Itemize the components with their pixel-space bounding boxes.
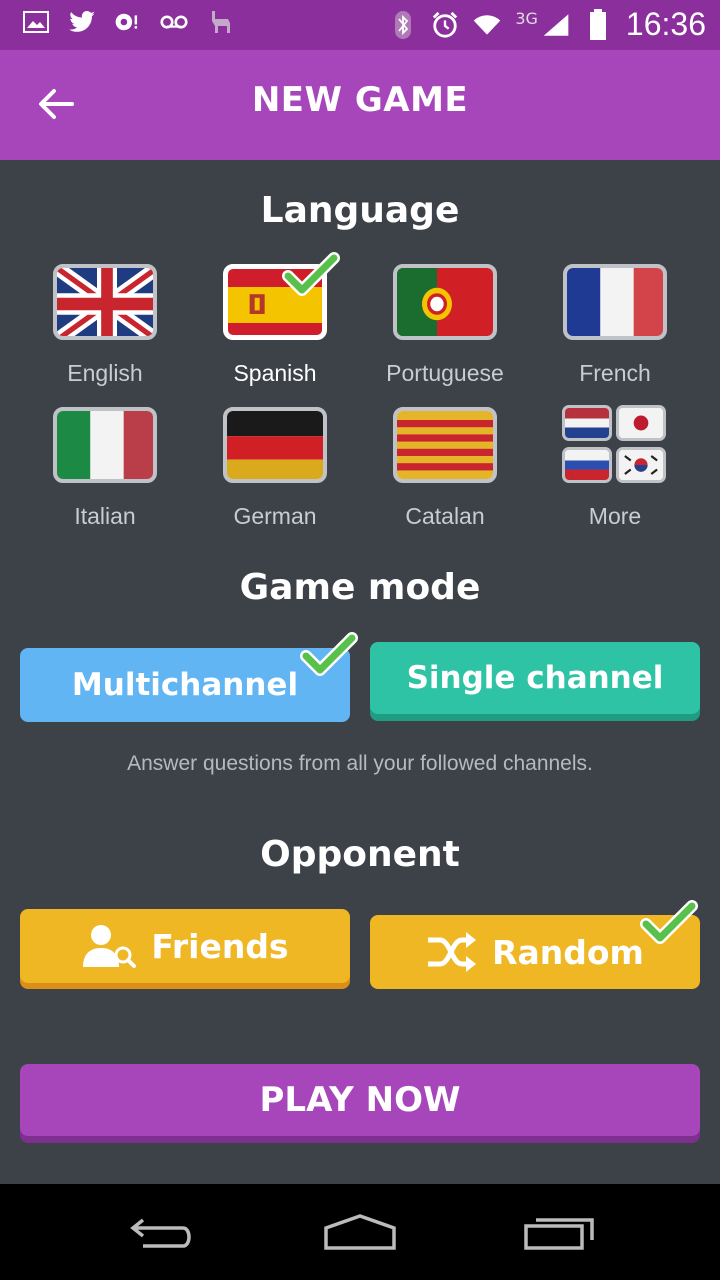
network-type: 3G [515, 9, 538, 28]
friends-label: Friends [151, 926, 289, 966]
catalonia-flag-icon [393, 407, 497, 483]
more-languages-icon [562, 405, 668, 485]
selected-check-icon [300, 632, 358, 678]
image-icon [22, 8, 50, 36]
language-option-portuguese[interactable]: Portuguese [360, 264, 530, 387]
france-flag-icon [563, 264, 667, 340]
status-bar: 3G 16:36 [0, 0, 720, 50]
netherlands-flag-icon [562, 405, 612, 441]
japan-flag-icon [616, 405, 666, 441]
system-nav-bar [0, 1184, 720, 1280]
language-label: Spanish [233, 360, 317, 386]
nav-recents-icon [522, 1212, 598, 1256]
language-option-french[interactable]: French [530, 264, 700, 387]
opponent-heading: Opponent [260, 834, 460, 875]
language-label: German [233, 503, 317, 529]
battery-icon [584, 8, 612, 40]
language-label: Portuguese [386, 360, 504, 386]
page-title: NEW GAME [251, 80, 469, 120]
germany-flag-icon [223, 407, 327, 483]
language-label: More [588, 503, 642, 529]
language-option-german[interactable]: German [190, 407, 360, 530]
single-channel-button[interactable]: Single channel [370, 642, 700, 714]
russia-flag-icon [562, 447, 612, 483]
play-now-button[interactable]: PLAY NOW [20, 1064, 700, 1136]
voicemail-icon [160, 8, 188, 36]
friends-button[interactable]: Friends [20, 909, 350, 983]
uk-flag-icon [53, 264, 157, 340]
language-label: Italian [74, 503, 136, 529]
language-option-english[interactable]: English [20, 264, 190, 387]
language-option-more[interactable]: More [530, 405, 700, 530]
selected-check-icon [282, 252, 340, 298]
random-label: Random [492, 932, 644, 972]
bluetooth-icon [389, 10, 417, 39]
app-bar: NEW GAME [0, 50, 720, 160]
twitter-icon [68, 8, 96, 36]
friend-search-icon [81, 923, 137, 969]
language-label: Catalan [405, 503, 485, 529]
play-now-label: PLAY NOW [259, 1080, 461, 1120]
signal-icon [542, 11, 570, 39]
nav-home-icon [322, 1212, 398, 1256]
game-mode-description: Answer questions from all your followed … [127, 752, 593, 775]
shuffle-icon [426, 930, 478, 974]
single-channel-label: Single channel [406, 660, 664, 696]
language-option-catalan[interactable]: Catalan [360, 407, 530, 530]
multichannel-label: Multichannel [71, 667, 299, 703]
alarm-icon [431, 11, 459, 39]
korea-flag-icon [616, 447, 666, 483]
nav-recents-button[interactable] [520, 1210, 600, 1258]
language-option-italian[interactable]: Italian [20, 407, 190, 530]
nav-back-icon [125, 1212, 195, 1256]
portugal-flag-icon [393, 264, 497, 340]
llama-icon [206, 8, 234, 36]
language-label: English [67, 360, 143, 386]
language-label: French [579, 360, 651, 386]
sync-alert-icon [114, 8, 142, 36]
game-mode-heading: Game mode [239, 567, 481, 608]
clock: 16:36 [625, 6, 706, 42]
wifi-icon [473, 11, 501, 39]
language-heading: Language [260, 190, 460, 231]
nav-back-button[interactable] [120, 1210, 200, 1258]
italy-flag-icon [53, 407, 157, 483]
selected-check-icon [640, 900, 698, 946]
nav-home-button[interactable] [320, 1210, 400, 1258]
